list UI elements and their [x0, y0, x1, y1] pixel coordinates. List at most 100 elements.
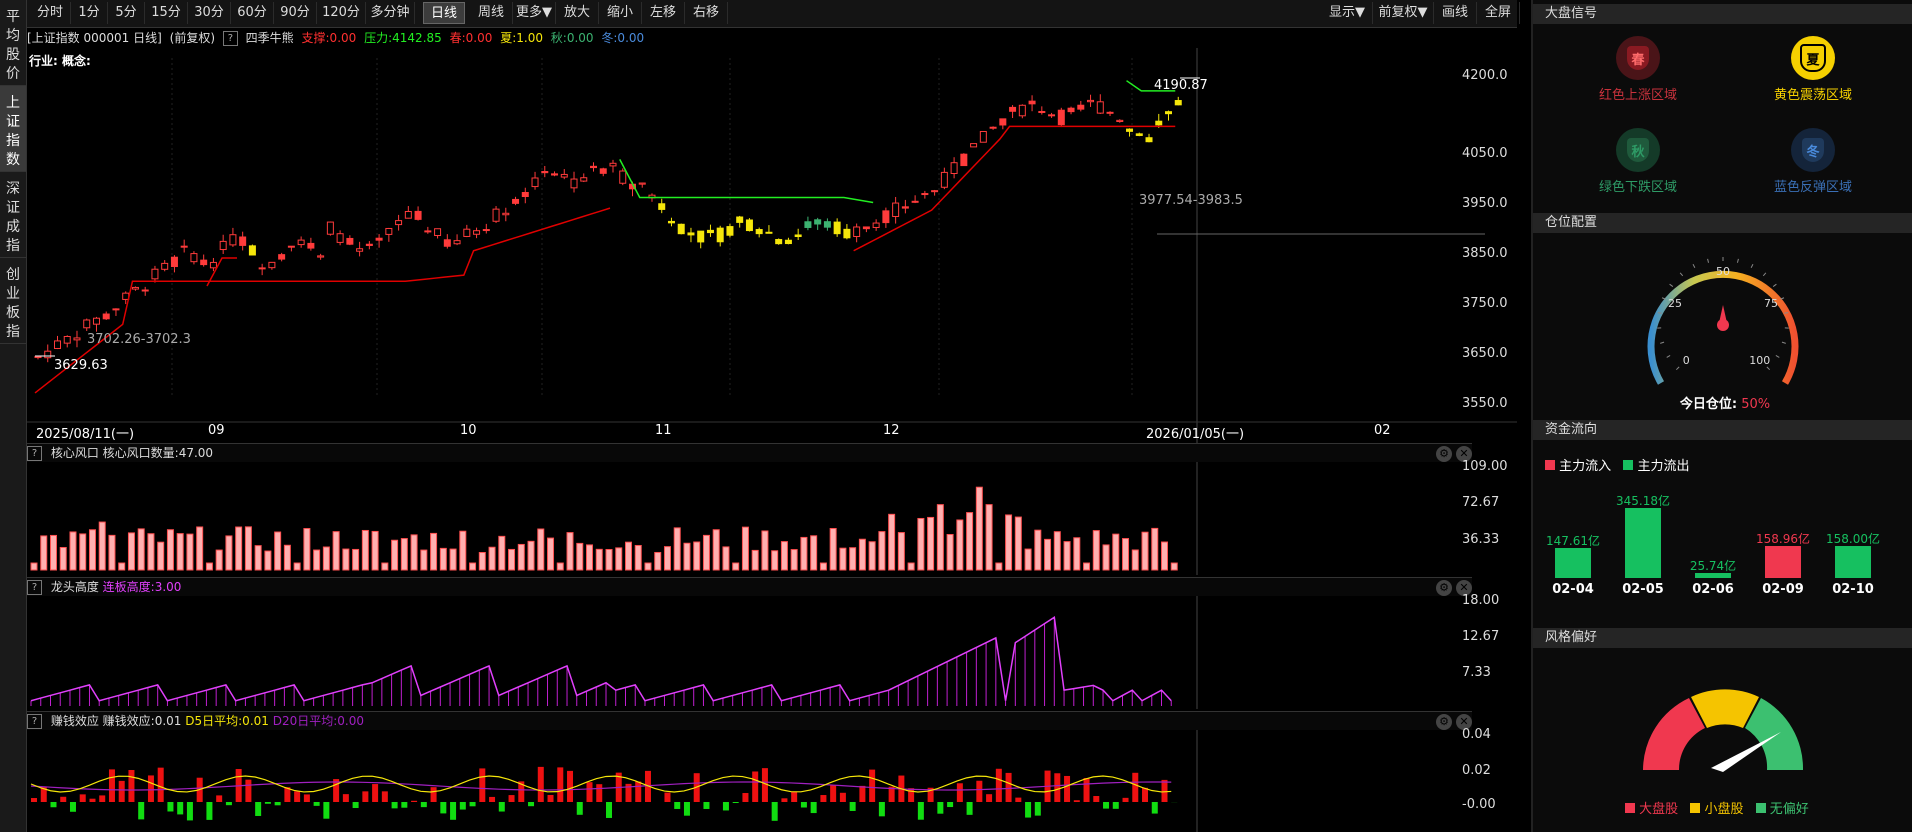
profit-bar — [956, 783, 963, 802]
flow-date: 02-10 — [1832, 582, 1874, 597]
period-60min-button[interactable]: 60分 — [231, 2, 274, 24]
y-tick: 36.33 — [1462, 532, 1500, 547]
period-intraday-button[interactable]: 分时 — [30, 2, 71, 24]
profit-bar — [99, 795, 106, 802]
profit-bar — [1054, 773, 1061, 802]
period-30min-button[interactable]: 30分 — [188, 2, 231, 24]
candle — [102, 311, 110, 320]
gear-icon[interactable]: ⚙ — [1436, 714, 1452, 730]
y-tick: 4050.0 — [1462, 146, 1508, 161]
candle — [414, 206, 422, 221]
display-dropdown[interactable]: 显示▼ — [1322, 2, 1373, 24]
period-toolbar: 分时 1分 5分 15分 30分 60分 90分 120分 多分钟 日线 周线 … — [27, 0, 1520, 28]
profit-bar — [986, 794, 993, 802]
more-periods-dropdown[interactable]: 更多▼ — [513, 2, 556, 24]
help-icon[interactable]: ? — [27, 580, 42, 595]
fullscreen-button[interactable]: 全屏 — [1477, 2, 1520, 24]
candle — [268, 261, 276, 270]
wind-bar — [30, 562, 38, 571]
wind-bar — [624, 541, 632, 571]
wind-bar — [420, 549, 428, 571]
wind-bar — [127, 532, 135, 571]
zoom-out-button[interactable]: 缩小 — [599, 2, 642, 24]
candle — [736, 215, 744, 228]
period-90min-button[interactable]: 90分 — [274, 2, 317, 24]
wind-bar — [147, 533, 155, 571]
wind-bar — [449, 548, 457, 571]
profit-bar — [810, 802, 817, 814]
gear-icon[interactable]: ⚙ — [1436, 580, 1452, 596]
tab-shanghai-index[interactable]: 上证指数 — [0, 86, 26, 172]
profit-bar — [1064, 775, 1071, 802]
wind-bar — [1073, 537, 1081, 571]
help-icon[interactable]: ? — [27, 714, 42, 729]
candle — [531, 171, 539, 190]
period-1min-button[interactable]: 1分 — [71, 2, 108, 24]
support-line — [34, 207, 611, 394]
candle — [726, 223, 734, 238]
wind-bar — [858, 538, 866, 571]
flow-in-swatch — [1545, 460, 1555, 470]
tab-chinext-index[interactable]: 创业板指 — [0, 258, 26, 344]
y-tick: 0.04 — [1462, 727, 1491, 742]
period-120min-button[interactable]: 120分 — [317, 2, 366, 24]
style-legend-none: 无偏好 — [1769, 802, 1809, 817]
wind-bar — [605, 548, 613, 571]
move-left-button[interactable]: 左移 — [642, 2, 685, 24]
period-daily-button[interactable]: 日线 — [423, 2, 465, 24]
flow-out-swatch — [1623, 460, 1634, 470]
high-annotation: 4190.87 — [1154, 78, 1208, 93]
wind-bar — [615, 547, 623, 571]
profit-bar — [1083, 777, 1090, 802]
profit-bar — [430, 787, 437, 802]
profit-bar — [489, 796, 496, 802]
profit-bar — [596, 784, 603, 802]
wind-bar — [176, 533, 184, 571]
candlestick-chart[interactable] — [27, 48, 1517, 443]
wind-bar — [1083, 562, 1091, 571]
flow-date: 02-09 — [1762, 582, 1804, 597]
flow-value: 345.18亿 — [1616, 494, 1670, 508]
flow-value: 158.00亿 — [1826, 531, 1880, 546]
move-right-button[interactable]: 右移 — [685, 2, 728, 24]
tab-average-price[interactable]: 平均股价 — [0, 0, 26, 86]
profit-bar — [995, 768, 1002, 802]
wind-bar — [780, 541, 788, 571]
candle — [317, 253, 325, 260]
period-15min-button[interactable]: 15分 — [145, 2, 188, 24]
candle — [492, 206, 500, 223]
candle — [872, 219, 880, 231]
tab-shenzhen-index[interactable]: 深证成指 — [0, 172, 26, 258]
adjust-dropdown[interactable]: 前复权▼ — [1373, 2, 1434, 24]
candle — [999, 118, 1007, 130]
candle — [590, 162, 598, 172]
period-multi-minute-button[interactable]: 多分钟 — [366, 2, 415, 24]
help-icon[interactable]: ? — [27, 446, 42, 461]
candle — [1126, 128, 1134, 137]
zoom-in-button[interactable]: 放大 — [556, 2, 599, 24]
x-label: 12 — [883, 423, 900, 438]
period-weekly-button[interactable]: 周线 — [470, 2, 513, 24]
candle — [512, 196, 520, 206]
wind-bar — [1170, 562, 1178, 571]
help-icon[interactable]: ? — [222, 31, 238, 46]
candle — [989, 126, 997, 130]
wind-bar — [712, 529, 720, 571]
wind-bar — [371, 530, 379, 571]
gauge-tick — [1784, 312, 1789, 314]
wind-bar — [1044, 538, 1052, 571]
profit-bar — [1005, 772, 1012, 802]
candle — [502, 207, 510, 222]
candle — [823, 218, 831, 231]
gear-icon[interactable]: ⚙ — [1436, 446, 1452, 462]
profit-bar — [567, 770, 574, 802]
sub-panel-header-height: ? 龙头高度 连板高度:3.00 ⚙ ✕ — [27, 577, 1472, 596]
profit-bar — [839, 792, 846, 802]
period-5min-button[interactable]: 5分 — [108, 2, 145, 24]
wind-bar — [888, 513, 896, 571]
profit-bar — [206, 802, 213, 820]
draw-line-button[interactable]: 画线 — [1434, 2, 1477, 24]
candle — [892, 196, 900, 224]
gauge-tick — [1675, 366, 1680, 371]
candle — [560, 169, 568, 180]
